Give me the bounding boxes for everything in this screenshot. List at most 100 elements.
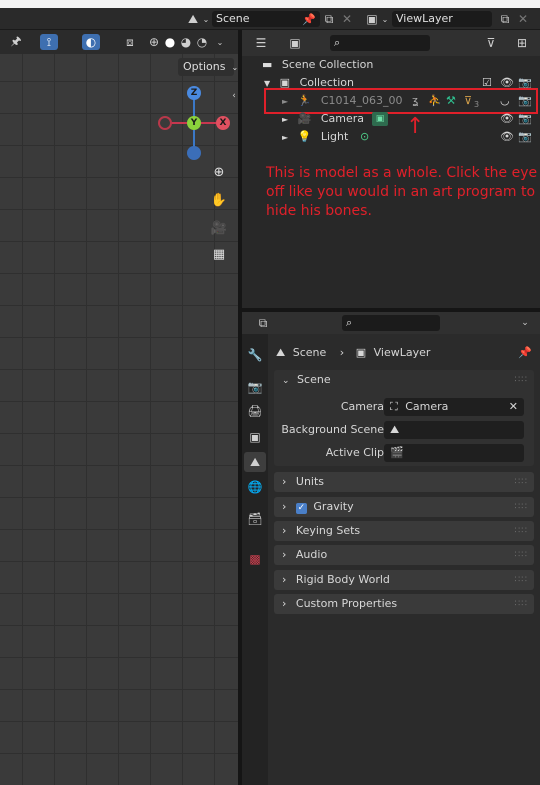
- new-collection-icon[interactable]: ⊞: [512, 35, 532, 51]
- navigation-gizmo[interactable]: Z Y X: [155, 84, 235, 164]
- filter-icon[interactable]: ⊽: [482, 35, 500, 51]
- background-scene-selector[interactable]: ⛰: [384, 421, 524, 439]
- outliner: ☰ ▣ ⌕ ⊽ ⊞ ▬ Scene Collection ▼ ▣ Collect…: [242, 30, 540, 308]
- pin-icon[interactable]: 📌: [302, 11, 316, 27]
- expand-arrow-icon[interactable]: ►: [282, 115, 288, 124]
- render-tab-icon[interactable]: 📷: [246, 378, 264, 396]
- grid-view-icon[interactable]: ▦: [208, 244, 230, 264]
- options-button[interactable]: Options ⌄: [178, 58, 238, 76]
- collection-tab-icon[interactable]: 🗃: [246, 510, 264, 528]
- camera-property: Camera ⛶ Camera ✕: [274, 398, 534, 416]
- light-object-icon: 💡: [297, 130, 312, 143]
- gizmo-x-axis[interactable]: X: [216, 116, 230, 130]
- search-icon: ⌕: [334, 36, 341, 49]
- texture-tab-icon[interactable]: ▩: [246, 550, 264, 568]
- drag-handle-icon[interactable]: ∷∷: [515, 545, 528, 565]
- solid-shading-icon[interactable]: ●: [162, 34, 178, 50]
- drag-handle-icon[interactable]: ∷∷: [515, 472, 528, 492]
- scene-collection-row[interactable]: ▬ Scene Collection: [242, 56, 540, 74]
- breadcrumb: ⛰ Scene › ▣ ViewLayer 📌: [276, 344, 536, 362]
- viewlayer-icon: ▣: [355, 346, 367, 359]
- zoom-icon[interactable]: ⊕: [208, 162, 230, 182]
- gizmo-z-axis[interactable]: Z: [187, 86, 201, 100]
- overlay-toggle-icon[interactable]: ◐: [82, 34, 100, 50]
- chevron-right-icon: ›: [282, 524, 287, 537]
- audio-panel[interactable]: › Audio ∷∷: [274, 545, 534, 565]
- display-mode-icon[interactable]: ☰: [250, 35, 272, 51]
- output-tab-icon[interactable]: 🖨: [246, 402, 264, 420]
- active-clip-property: Active Clip 🎬: [274, 444, 534, 462]
- gizmo-y-axis[interactable]: Y: [187, 116, 201, 130]
- close-icon[interactable]: ✕: [516, 11, 530, 27]
- new-scene-icon[interactable]: ⧉: [320, 11, 338, 27]
- tool-tab-icon[interactable]: 🔧: [246, 346, 264, 364]
- viewlayer-field[interactable]: ViewLayer: [392, 11, 492, 27]
- world-tab-icon[interactable]: 🌐: [246, 478, 264, 496]
- camera-view-icon[interactable]: 🎥: [208, 218, 230, 238]
- chevron-down-icon[interactable]: ⌄: [380, 11, 390, 27]
- drag-handle-icon[interactable]: ∷∷: [515, 370, 528, 390]
- 3d-viewport[interactable]: 🖈 ⟟ ◐ ⧈ ⊕ ● ◕ ◔ ⌄ Options ⌄ Z Y X ⊕ ✋ 🎥 ▦…: [0, 30, 238, 785]
- scene-icon[interactable]: ⛰: [185, 11, 201, 27]
- viewlayer-icon[interactable]: ▣: [364, 11, 380, 27]
- expand-arrow-icon[interactable]: ▼: [264, 79, 270, 88]
- new-viewlayer-icon[interactable]: ⧉: [496, 11, 514, 27]
- render-camera-icon[interactable]: 📷: [518, 110, 532, 128]
- drag-handle-icon[interactable]: ∷∷: [515, 570, 528, 590]
- collapse-arrow-icon[interactable]: ‹: [230, 90, 238, 102]
- rendered-shading-icon[interactable]: ◔: [194, 34, 210, 50]
- camera-label: Camera: [320, 112, 365, 125]
- gizmo-neg-z[interactable]: [187, 146, 201, 160]
- chevron-right-icon: ›: [282, 597, 287, 610]
- drag-handle-icon[interactable]: ∷∷: [515, 521, 528, 541]
- camera-property-label: Camera: [340, 400, 384, 413]
- clip-icon: 🎬: [390, 446, 404, 459]
- clear-icon[interactable]: ✕: [509, 398, 518, 416]
- chevron-down-icon[interactable]: ⌄: [518, 315, 532, 331]
- scene-panel-header[interactable]: ⌄ Scene ∷∷: [274, 370, 534, 390]
- rigid-body-world-panel[interactable]: › Rigid Body World ∷∷: [274, 570, 534, 590]
- pin-icon[interactable]: 📌: [518, 344, 532, 362]
- eye-icon[interactable]: 👁: [500, 128, 514, 146]
- property-tabs: 🔧 📷 🖨 ▣ ⛰ 🌐 🗃 ▩: [242, 334, 268, 785]
- active-clip-selector[interactable]: 🎬: [384, 444, 524, 462]
- editor-type-icon[interactable]: ⧉: [252, 315, 274, 331]
- drag-handle-icon[interactable]: ∷∷: [515, 497, 528, 517]
- units-panel[interactable]: › Units ∷∷: [274, 472, 534, 492]
- object-visibility-icon[interactable]: 🖈: [8, 34, 24, 50]
- annotation-line-3: hide his bones.: [266, 203, 372, 219]
- custom-properties-panel[interactable]: › Custom Properties ∷∷: [274, 594, 534, 614]
- properties-search[interactable]: ⌕: [342, 315, 440, 331]
- eye-icon[interactable]: 👁: [500, 110, 514, 128]
- drag-handle-icon[interactable]: ∷∷: [515, 594, 528, 614]
- gizmo-neg-x[interactable]: [158, 116, 172, 130]
- breadcrumb-viewlayer: ViewLayer: [373, 346, 431, 359]
- view-layer-tab-icon[interactable]: ▣: [246, 428, 264, 446]
- light-row[interactable]: ► 💡 Light ⊙ 👁 📷: [242, 128, 540, 146]
- gizmo-toggle-icon[interactable]: ⟟: [40, 34, 58, 50]
- outliner-header: ☰ ▣ ⌕ ⊽ ⊞: [242, 30, 540, 56]
- outliner-search[interactable]: ⌕: [330, 35, 430, 51]
- chevron-right-icon: ›: [282, 548, 287, 561]
- gravity-checkbox[interactable]: ✓: [295, 503, 307, 514]
- viewport-header: 🖈 ⟟ ◐ ⧈ ⊕ ● ◕ ◔ ⌄: [0, 30, 238, 54]
- chevron-down-icon[interactable]: ⌄: [214, 34, 226, 50]
- audio-panel-title: Audio: [295, 548, 328, 561]
- chevron-down-icon[interactable]: ⌄: [201, 11, 211, 27]
- camera-row[interactable]: ► 🎥 Camera ▣ 👁 📷: [242, 110, 540, 128]
- gravity-panel[interactable]: › ✓ Gravity ∷∷: [274, 497, 534, 517]
- expand-arrow-icon[interactable]: ►: [282, 133, 288, 142]
- camera-selector[interactable]: ⛶ Camera ✕: [384, 398, 524, 416]
- wireframe-shading-icon[interactable]: ⊕: [146, 34, 162, 50]
- scene-tab-icon[interactable]: ⛰: [244, 452, 266, 472]
- render-camera-icon[interactable]: 📷: [518, 128, 532, 146]
- close-icon[interactable]: ✕: [340, 11, 354, 27]
- rigid-body-world-panel-title: Rigid Body World: [295, 573, 390, 586]
- keying-sets-panel[interactable]: › Keying Sets ∷∷: [274, 521, 534, 541]
- xray-toggle-icon[interactable]: ⧈: [122, 34, 138, 50]
- pan-hand-icon[interactable]: ✋: [208, 190, 230, 210]
- light-label: Light: [320, 130, 349, 143]
- material-shading-icon[interactable]: ◕: [178, 34, 194, 50]
- view-filter-icon[interactable]: ▣: [284, 35, 306, 51]
- breadcrumb-scene: Scene: [292, 346, 327, 359]
